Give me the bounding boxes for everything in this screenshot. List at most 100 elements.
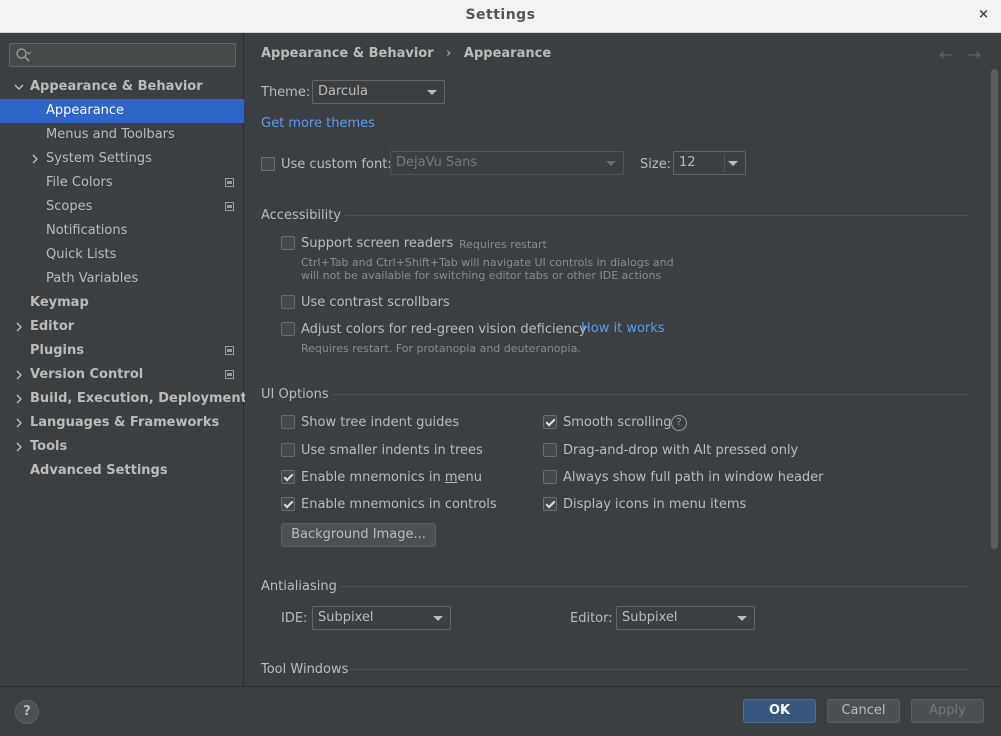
help-icon[interactable]: ? <box>671 415 687 431</box>
tree-item-plugins[interactable]: Plugins <box>0 339 244 363</box>
icons-in-menu-checkbox[interactable] <box>543 497 557 511</box>
chevron-right-icon[interactable] <box>30 154 40 164</box>
tree-item-menus-toolbars[interactable]: Menus and Toolbars <box>0 123 244 147</box>
tree-item-system-settings[interactable]: System Settings <box>0 147 244 171</box>
tree-item-label: Scopes <box>46 199 93 214</box>
smooth-scrolling-label: Smooth scrolling <box>563 415 672 430</box>
breadcrumb-parent[interactable]: Appearance & Behavior <box>261 46 434 61</box>
section-divider <box>349 669 968 670</box>
theme-dropdown[interactable]: Darcula <box>312 80 445 104</box>
red-green-help: Requires restart. For protanopia and deu… <box>301 342 581 355</box>
tree-item-notifications[interactable]: Notifications <box>0 219 244 243</box>
chevron-right-icon[interactable] <box>14 442 24 452</box>
screen-readers-checkbox[interactable] <box>281 236 295 250</box>
contrast-scrollbars-label: Use contrast scrollbars <box>301 295 450 310</box>
tree-item-label: Advanced Settings <box>30 463 168 478</box>
drag-drop-alt-label: Drag-and-drop with Alt pressed only <box>563 443 799 458</box>
chevron-right-icon[interactable] <box>14 322 24 332</box>
tree-item-label: File Colors <box>46 175 113 190</box>
tree-item-editor[interactable]: Editor <box>0 315 244 339</box>
how-it-works-link[interactable]: How it works <box>581 321 665 336</box>
tree-item-path-variables[interactable]: Path Variables <box>0 267 244 291</box>
settings-tree: Appearance & Behavior Appearance Menus a… <box>0 75 247 483</box>
theme-label: Theme: <box>261 85 311 100</box>
tree-item-label: System Settings <box>46 151 152 166</box>
tree-item-tools[interactable]: Tools <box>0 435 244 459</box>
tree-item-appearance[interactable]: Appearance <box>0 99 244 123</box>
forward-arrow-icon[interactable]: → <box>968 45 981 64</box>
scrollbar-thumb[interactable] <box>991 69 998 549</box>
tree-item-label: Menus and Toolbars <box>46 127 175 142</box>
project-scope-icon <box>225 346 234 355</box>
ide-antialiasing-label: IDE: <box>281 611 308 626</box>
mnemonics-controls-label: Enable mnemonics in controls <box>301 497 497 512</box>
project-scope-icon <box>225 178 234 187</box>
font-dropdown[interactable]: DejaVu Sans <box>390 151 624 175</box>
screen-readers-help-line2: will not be available for switching edit… <box>301 269 662 282</box>
tree-item-version-control[interactable]: Version Control <box>0 363 244 387</box>
tree-item-advanced[interactable]: Advanced Settings <box>0 459 244 483</box>
tree-item-label: Appearance & Behavior <box>30 79 203 94</box>
ide-antialiasing-dropdown[interactable]: Subpixel <box>312 606 451 630</box>
chevron-down-icon[interactable] <box>14 82 24 92</box>
caret-down-icon <box>427 90 437 95</box>
tree-item-label: Languages & Frameworks <box>30 415 220 430</box>
close-icon[interactable]: × <box>978 7 989 22</box>
contrast-scrollbars-checkbox[interactable] <box>281 295 295 309</box>
breadcrumb-separator: › <box>446 46 452 61</box>
full-path-checkbox[interactable] <box>543 470 557 484</box>
chevron-right-icon[interactable] <box>14 370 24 380</box>
background-image-button[interactable]: Background Image... <box>281 523 436 547</box>
red-green-checkbox[interactable] <box>281 322 295 336</box>
chevron-right-icon[interactable] <box>14 418 24 428</box>
breadcrumb-current: Appearance <box>463 46 552 61</box>
tree-item-file-colors[interactable]: File Colors <box>0 171 244 195</box>
font-size-label: Size: <box>640 157 672 172</box>
caret-down-icon <box>433 616 443 621</box>
dialog-footer: ? OK Cancel Apply <box>0 686 1001 736</box>
screen-readers-help-line1: Ctrl+Tab and Ctrl+Shift+Tab will navigat… <box>301 256 674 269</box>
breadcrumb: Appearance & Behavior › Appearance <box>261 46 551 61</box>
help-button[interactable]: ? <box>15 700 39 724</box>
tree-item-quick-lists[interactable]: Quick Lists <box>0 243 244 267</box>
content-scrollbar[interactable] <box>989 33 1001 686</box>
combo-divider <box>724 154 725 172</box>
tree-item-label: Path Variables <box>46 271 139 286</box>
tree-item-keymap[interactable]: Keymap <box>0 291 244 315</box>
custom-font-checkbox[interactable] <box>261 157 275 171</box>
tree-item-label: Notifications <box>46 223 128 238</box>
accessibility-section-title: Accessibility <box>261 208 341 223</box>
tree-item-build[interactable]: Build, Execution, Deployment <box>0 387 247 411</box>
project-scope-icon <box>225 370 234 379</box>
tree-indent-guides-checkbox[interactable] <box>281 415 295 429</box>
icons-in-menu-label: Display icons in menu items <box>563 497 747 512</box>
full-path-label: Always show full path in window header <box>563 470 824 485</box>
tree-item-label: Keymap <box>30 295 89 310</box>
title-bar: Settings × <box>0 0 1001 33</box>
editor-antialiasing-value: Subpixel <box>622 610 678 625</box>
font-size-value: 12 <box>679 155 696 170</box>
tool-windows-section-title: Tool Windows <box>261 662 349 677</box>
apply-button[interactable]: Apply <box>911 699 984 723</box>
font-value: DejaVu Sans <box>396 155 478 170</box>
cancel-button[interactable]: Cancel <box>827 699 900 723</box>
font-size-dropdown[interactable]: 12 <box>673 151 746 175</box>
theme-value: Darcula <box>318 84 369 99</box>
mnemonics-menu-checkbox[interactable] <box>281 470 295 484</box>
mnemonics-controls-checkbox[interactable] <box>281 497 295 511</box>
tree-item-languages[interactable]: Languages & Frameworks <box>0 411 244 435</box>
drag-drop-alt-checkbox[interactable] <box>543 443 557 457</box>
editor-antialiasing-dropdown[interactable]: Subpixel <box>616 606 755 630</box>
section-divider <box>333 394 968 395</box>
ok-button[interactable]: OK <box>743 699 816 723</box>
tree-item-scopes[interactable]: Scopes <box>0 195 244 219</box>
navigation-arrows: ← → <box>929 45 981 64</box>
back-arrow-icon[interactable]: ← <box>939 45 952 64</box>
tree-item-appearance-behavior[interactable]: Appearance & Behavior <box>0 75 244 99</box>
search-input[interactable] <box>9 43 236 67</box>
smooth-scrolling-checkbox[interactable] <box>543 415 557 429</box>
get-more-themes-link[interactable]: Get more themes <box>261 116 375 131</box>
chevron-right-icon[interactable] <box>14 394 24 404</box>
tree-item-label: Appearance <box>46 103 125 118</box>
smaller-indents-checkbox[interactable] <box>281 443 295 457</box>
